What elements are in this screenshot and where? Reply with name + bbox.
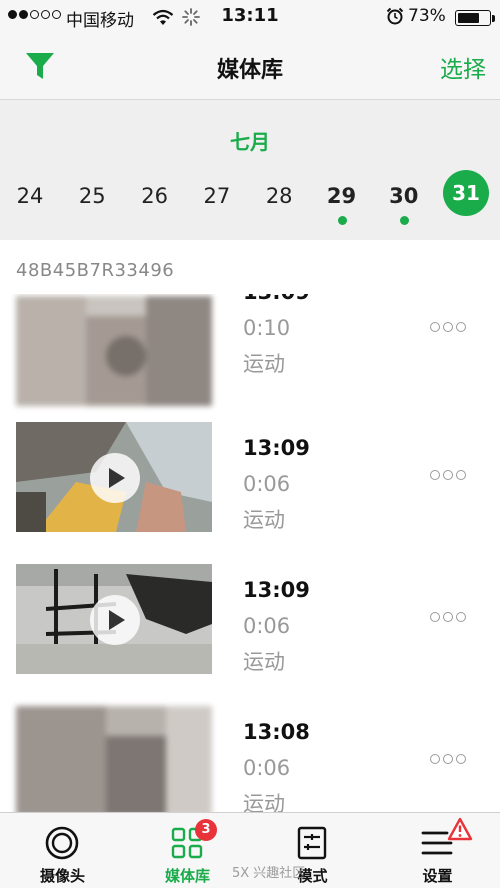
clip-type: 运动 [243, 508, 285, 532]
page-title: 媒体库 [216, 58, 283, 83]
has-clips-dot [337, 216, 347, 225]
battery-percent: 73% [408, 6, 446, 26]
navigation-bar: 媒体库 选择 [0, 34, 500, 100]
select-button[interactable]: 选择 [440, 50, 486, 84]
day-number: 29 [326, 184, 357, 208]
day-29[interactable]: 29 [317, 176, 367, 225]
camera-icon [45, 826, 79, 860]
battery-icon [455, 10, 491, 26]
month-label: 七月 [230, 130, 270, 154]
notification-badge: 3 [195, 819, 217, 841]
selected-day[interactable]: 31 [443, 170, 489, 216]
more-options-icon[interactable] [430, 470, 466, 480]
day-30[interactable]: 30 [379, 176, 429, 225]
day-number: 27 [203, 184, 231, 208]
day-24[interactable]: 24 [5, 176, 55, 220]
day-28[interactable]: 28 [254, 176, 304, 220]
battery-tip [492, 15, 495, 22]
day-26[interactable]: 26 [130, 176, 180, 220]
battery-level [458, 13, 480, 23]
clip-thumbnail[interactable] [16, 422, 212, 532]
play-icon[interactable] [90, 453, 140, 503]
clip-item[interactable]: 13:09 0:10 运动 [0, 294, 500, 422]
day-number: 28 [265, 184, 293, 208]
clip-time: 13:09 [243, 436, 310, 460]
day-27[interactable]: 27 [192, 176, 242, 220]
alarm-clock-icon [386, 7, 404, 25]
tab-label: 摄像头 [39, 867, 85, 885]
clip-duration: 0:06 [243, 472, 291, 496]
more-options-icon[interactable] [430, 322, 466, 332]
status-bar: 中国移动 13:11 73% [0, 0, 500, 34]
more-options-icon[interactable] [430, 754, 466, 764]
warning-icon [447, 817, 473, 841]
device-id-label: 48B45B7R33496 [16, 260, 175, 281]
day-number: 25 [78, 184, 106, 208]
clip-time: 13:09 [243, 578, 310, 602]
clip-list: 13:09 0:10 运动 13:09 0:06 运动 [0, 294, 500, 812]
clip-item[interactable]: 13:09 0:06 运动 [0, 564, 500, 706]
clip-thumbnail[interactable] [16, 296, 212, 406]
clip-duration: 0:10 [243, 316, 291, 340]
clip-thumbnail[interactable] [16, 706, 212, 812]
tab-label: 设置 [422, 867, 453, 885]
date-picker: 七月 24 25 26 27 28 29 30 [0, 100, 500, 240]
more-options-icon[interactable] [430, 612, 466, 622]
clip-duration: 0:06 [243, 614, 291, 638]
play-icon[interactable] [90, 595, 140, 645]
clip-thumbnail[interactable] [16, 564, 212, 674]
tab-camera[interactable]: 摄像头 [0, 813, 125, 888]
tab-settings[interactable]: 设置 [375, 813, 500, 888]
has-clips-dot [399, 216, 409, 225]
section-spacer [0, 240, 500, 254]
clip-time: 13:09 [243, 294, 310, 304]
clip-duration: 0:06 [243, 756, 291, 780]
clip-type: 运动 [243, 650, 285, 674]
day-number: 30 [389, 184, 419, 208]
day-number: 26 [141, 184, 168, 208]
watermark: 5X 兴趣社区 [232, 866, 306, 881]
day-25[interactable]: 25 [67, 176, 117, 220]
day-number: 24 [16, 184, 44, 208]
clip-type: 运动 [243, 792, 285, 812]
sliders-icon [297, 826, 327, 860]
clip-time: 13:08 [243, 720, 310, 744]
clip-type: 运动 [243, 352, 285, 376]
clip-item[interactable]: 13:08 0:06 运动 [0, 706, 500, 812]
clip-item[interactable]: 13:09 0:06 运动 [0, 422, 500, 564]
